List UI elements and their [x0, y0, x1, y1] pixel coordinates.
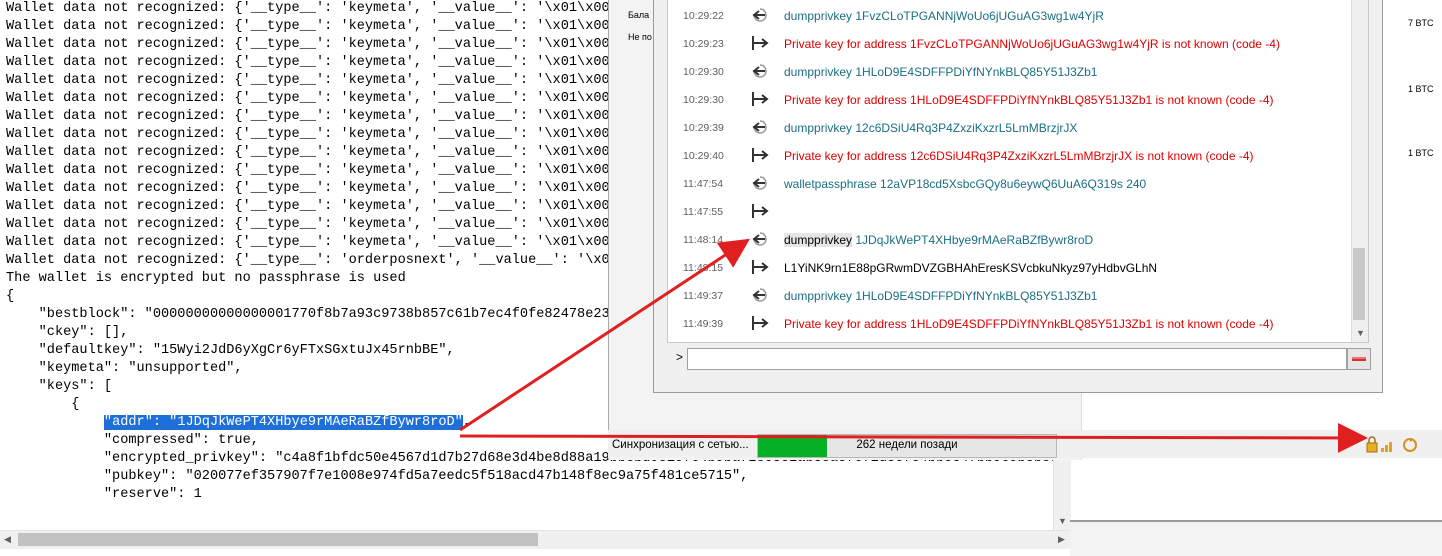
arrow-to-console — [459, 238, 751, 432]
arrow-to-lock — [459, 422, 1368, 453]
annotation-arrows — [459, 238, 1368, 453]
